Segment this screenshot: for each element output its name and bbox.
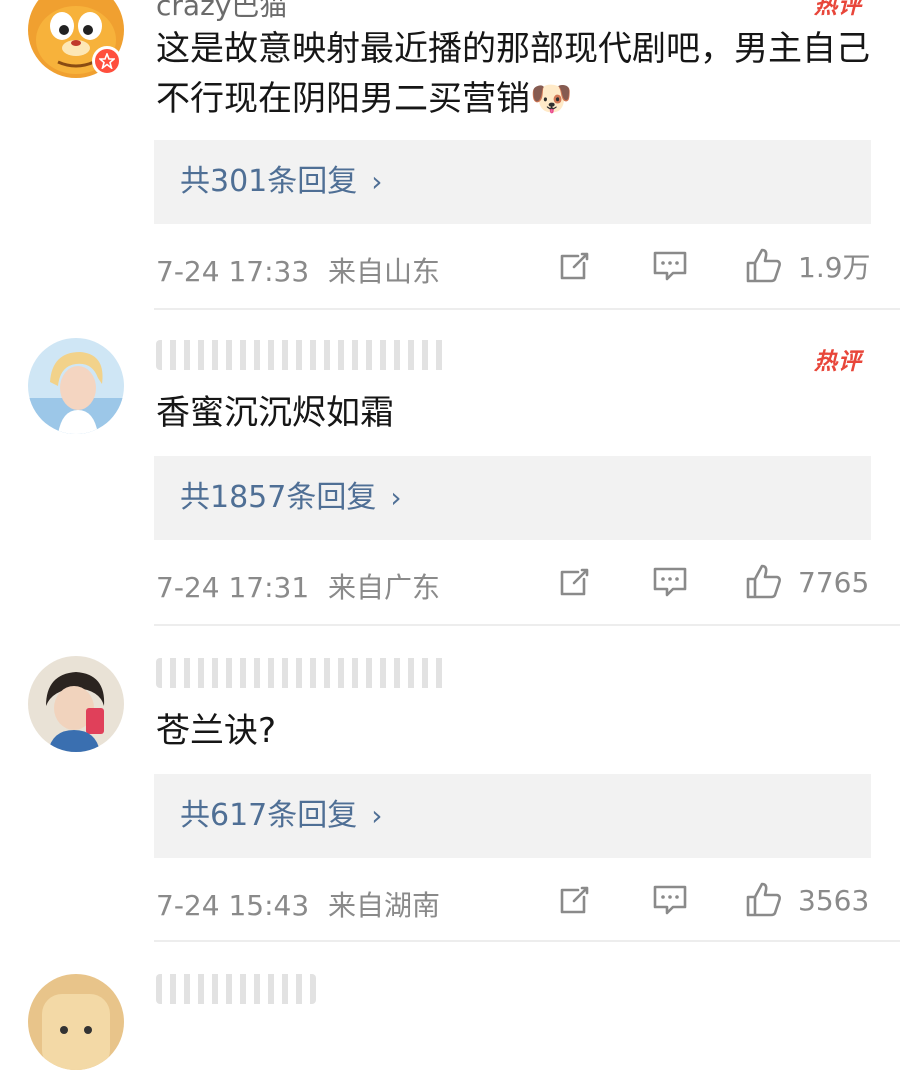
share-icon [560, 252, 589, 280]
hot-comment-tag: 热评 [814, 349, 862, 375]
comment-button[interactable] [651, 248, 689, 284]
share-button[interactable] [556, 564, 592, 600]
divider [154, 940, 900, 942]
comment-location: 来自湖南 [328, 889, 441, 922]
like-button[interactable]: 7765 [744, 562, 869, 602]
share-button[interactable] [556, 882, 592, 918]
comment-item: 苍兰诀? 共617条回复 › 7-24 15:43 来自湖南 3563 [0, 628, 900, 942]
username-blurred [156, 658, 446, 688]
comment-icon [653, 251, 687, 281]
divider [154, 308, 900, 310]
username[interactable]: crazy巴猫 [156, 0, 287, 24]
chevron-right-icon: › [371, 799, 383, 832]
comment-meta: 7-24 17:33 来自山东 [156, 250, 440, 290]
reply-count-label: 共1857条回复 [180, 480, 377, 515]
comment-text: 苍兰诀? [156, 711, 277, 751]
comment-button[interactable] [651, 882, 689, 918]
comment-item: 热评 香蜜沉沉烬如霜 共1857条回复 › 7-24 17:31 来自广东 776… [0, 312, 900, 626]
reply-count-label: 共617条回复 [180, 798, 358, 833]
reply-count-link[interactable]: 共1857条回复 › [180, 456, 402, 540]
comment-time: 7-24 17:31 [156, 571, 310, 604]
share-icon [560, 568, 589, 596]
comment-text: 香蜜沉沉烬如霜 [156, 393, 394, 433]
like-icon [746, 248, 781, 283]
comment-meta: 7-24 17:31 来自广东 [156, 566, 440, 606]
divider [154, 624, 900, 626]
reply-count-label: 共301条回复 [180, 164, 358, 199]
hot-comment-tag: 热评 [814, 0, 862, 19]
comment-meta: 7-24 15:43 来自湖南 [156, 884, 440, 924]
comment-time: 7-24 17:33 [156, 255, 310, 288]
like-icon [746, 882, 781, 917]
reply-count-link[interactable]: 共617条回复 › [180, 774, 382, 858]
avatar[interactable] [28, 656, 124, 752]
avatar[interactable] [28, 974, 124, 1070]
comment-button[interactable] [651, 564, 689, 600]
like-count: 1.9万 [798, 251, 871, 284]
like-icon [746, 564, 781, 599]
avatar[interactable] [28, 338, 124, 434]
like-count: 3563 [798, 883, 870, 917]
verified-badge-icon [92, 46, 122, 76]
comment-item: crazy巴猫 热评 这是故意映射最近播的那部现代剧吧，男主自己不行现在阴阳男二… [0, 0, 900, 310]
reply-count-link[interactable]: 共301条回复 › [180, 140, 382, 224]
reply-box[interactable]: 共301条回复 › [154, 140, 871, 224]
like-button[interactable]: 3563 [744, 880, 869, 920]
chevron-right-icon: › [390, 481, 402, 514]
comment-location: 来自广东 [328, 571, 441, 604]
reply-box[interactable]: 共617条回复 › [154, 774, 871, 858]
share-button[interactable] [556, 248, 592, 284]
comment-time: 7-24 15:43 [156, 889, 310, 922]
comment-location: 来自山东 [328, 255, 441, 288]
like-button[interactable]: 1.9万 [744, 246, 871, 286]
username-blurred [156, 974, 316, 1004]
reply-box[interactable]: 共1857条回复 › [154, 456, 871, 540]
comment-icon [653, 567, 687, 597]
username-blurred [156, 340, 446, 370]
comment-item [0, 944, 900, 1070]
comment-text: 这是故意映射最近播的那部现代剧吧，男主自己不行现在阴阳男二买营销🐶 [156, 29, 870, 119]
chevron-right-icon: › [371, 165, 383, 198]
like-count: 7765 [798, 565, 870, 599]
share-icon [560, 886, 589, 914]
comment-icon [653, 885, 687, 915]
